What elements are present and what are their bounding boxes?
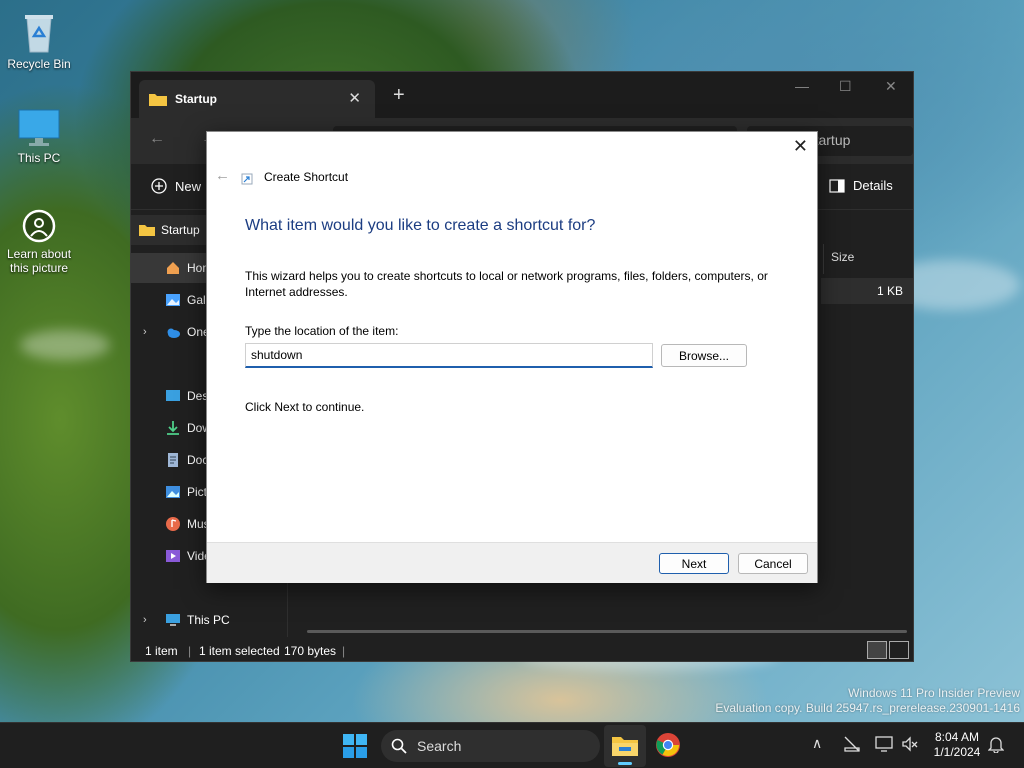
notification-bell-icon[interactable] [988, 735, 1004, 753]
taskbar-search-box[interactable]: Search [381, 730, 600, 762]
monitor-icon [166, 614, 180, 626]
minimize-button[interactable]: — [795, 78, 809, 94]
column-divider[interactable] [823, 244, 824, 274]
desktop-icon-learn-picture[interactable]: Learn about this picture [0, 208, 78, 275]
watermark-line-1: Windows 11 Pro Insider Preview [848, 686, 1020, 700]
music-icon [166, 517, 180, 531]
close-dialog-button[interactable]: ✕ [793, 136, 808, 157]
nav-item-this-pc[interactable]: › This PC [131, 605, 288, 635]
details-view-button[interactable] [867, 641, 887, 659]
folder-icon [149, 94, 167, 106]
desktop-icon-label: Recycle Bin [7, 57, 71, 71]
location-label: Type the location of the item: [245, 324, 399, 338]
desktop-icon-this-pc[interactable]: This PC [0, 108, 78, 165]
status-bytes: 170 bytes [284, 644, 337, 658]
location-input[interactable] [245, 343, 653, 368]
tab-label: Startup [175, 92, 217, 106]
file-row-selected[interactable]: 1 KB [821, 278, 913, 304]
volume-muted-icon[interactable] [901, 735, 919, 753]
new-tab-button[interactable]: + [393, 84, 405, 107]
cloud-icon [167, 328, 180, 338]
next-button[interactable]: Next [659, 553, 729, 574]
search-label: Search [417, 738, 462, 754]
windows-start-icon[interactable] [343, 734, 367, 758]
chevron-right-icon[interactable]: › [143, 326, 147, 338]
nav-label: Startup [161, 223, 200, 237]
plus-circle-icon [151, 178, 167, 194]
watermark-line-2: Evaluation copy. Build 25947.rs_prerelea… [715, 701, 1020, 715]
column-header-size[interactable]: Size [831, 250, 854, 264]
tiles-view-button[interactable] [889, 641, 909, 659]
back-arrow-icon[interactable]: ← [149, 130, 165, 148]
status-separator: | [342, 644, 346, 658]
search-icon [391, 738, 407, 754]
chrome-icon[interactable] [655, 732, 681, 758]
dialog-title: Create Shortcut [264, 170, 349, 184]
taskbar: Search ∧ 8:04 AM 1/1/2024 [0, 722, 1024, 768]
desktop-icon-label: Learn about this picture [6, 247, 72, 275]
browse-button[interactable]: Browse... [661, 344, 747, 367]
desktop-folder-icon [166, 390, 180, 401]
status-separator: | [188, 644, 192, 658]
new-button[interactable]: New [151, 178, 201, 194]
video-icon [166, 550, 180, 562]
details-pane-icon [829, 178, 845, 193]
tab-startup[interactable]: Startup ✕ [139, 80, 375, 118]
dialog-heading: What item would you like to create a sho… [245, 217, 596, 234]
chevron-up-icon[interactable]: ∧ [812, 735, 822, 752]
display-icon[interactable] [875, 735, 893, 753]
info-camera-icon [22, 209, 56, 243]
new-label: New [175, 178, 202, 194]
chevron-right-icon[interactable]: › [143, 614, 147, 626]
continue-hint: Click Next to continue. [245, 400, 365, 414]
folder-icon [139, 225, 155, 236]
taskbar-file-explorer[interactable] [604, 725, 646, 767]
document-icon [168, 453, 178, 467]
status-selected: 1 item selected [199, 644, 280, 658]
clock-time: 8:04 AM [934, 730, 980, 744]
details-button[interactable]: Details [829, 178, 893, 193]
desktop-icon-recycle-bin[interactable]: Recycle Bin [0, 10, 78, 71]
clock-date: 1/1/2024 [933, 745, 981, 759]
system-clock[interactable]: 8:04 AM 1/1/2024 [928, 730, 986, 760]
download-icon [167, 421, 179, 435]
nav-label: This PC [187, 613, 230, 627]
status-item-count: 1 item [145, 644, 178, 658]
home-icon [167, 262, 179, 274]
dialog-footer: Next Cancel [207, 542, 817, 583]
cancel-button[interactable]: Cancel [738, 553, 808, 574]
monitor-icon [18, 109, 60, 146]
close-tab-icon[interactable]: ✕ [348, 89, 361, 107]
network-off-icon[interactable] [843, 735, 861, 753]
explorer-titlebar[interactable]: Startup ✕ + — ☐ ✕ [131, 72, 913, 118]
pictures-icon [166, 486, 180, 498]
shortcut-icon [241, 173, 253, 185]
close-window-button[interactable]: ✕ [885, 78, 897, 95]
details-label: Details [853, 178, 893, 193]
create-shortcut-dialog: ✕ ← Create Shortcut What item would you … [206, 131, 818, 583]
maximize-button[interactable]: ☐ [839, 78, 852, 95]
active-indicator [618, 762, 632, 765]
gallery-icon [166, 294, 180, 306]
folder-icon [612, 737, 638, 756]
horizontal-scrollbar[interactable] [307, 630, 907, 633]
status-bar: 1 item | 1 item selected 170 bytes | [131, 638, 913, 662]
dialog-description: This wizard helps you to create shortcut… [245, 269, 768, 299]
desktop-icon-label: This PC [17, 151, 61, 165]
insider-watermark: Windows 11 Pro Insider Preview Evaluatio… [715, 686, 1020, 716]
recycle-bin-icon [25, 15, 53, 53]
back-arrow-icon[interactable]: ← [215, 167, 230, 184]
file-size: 1 KB [876, 284, 903, 298]
